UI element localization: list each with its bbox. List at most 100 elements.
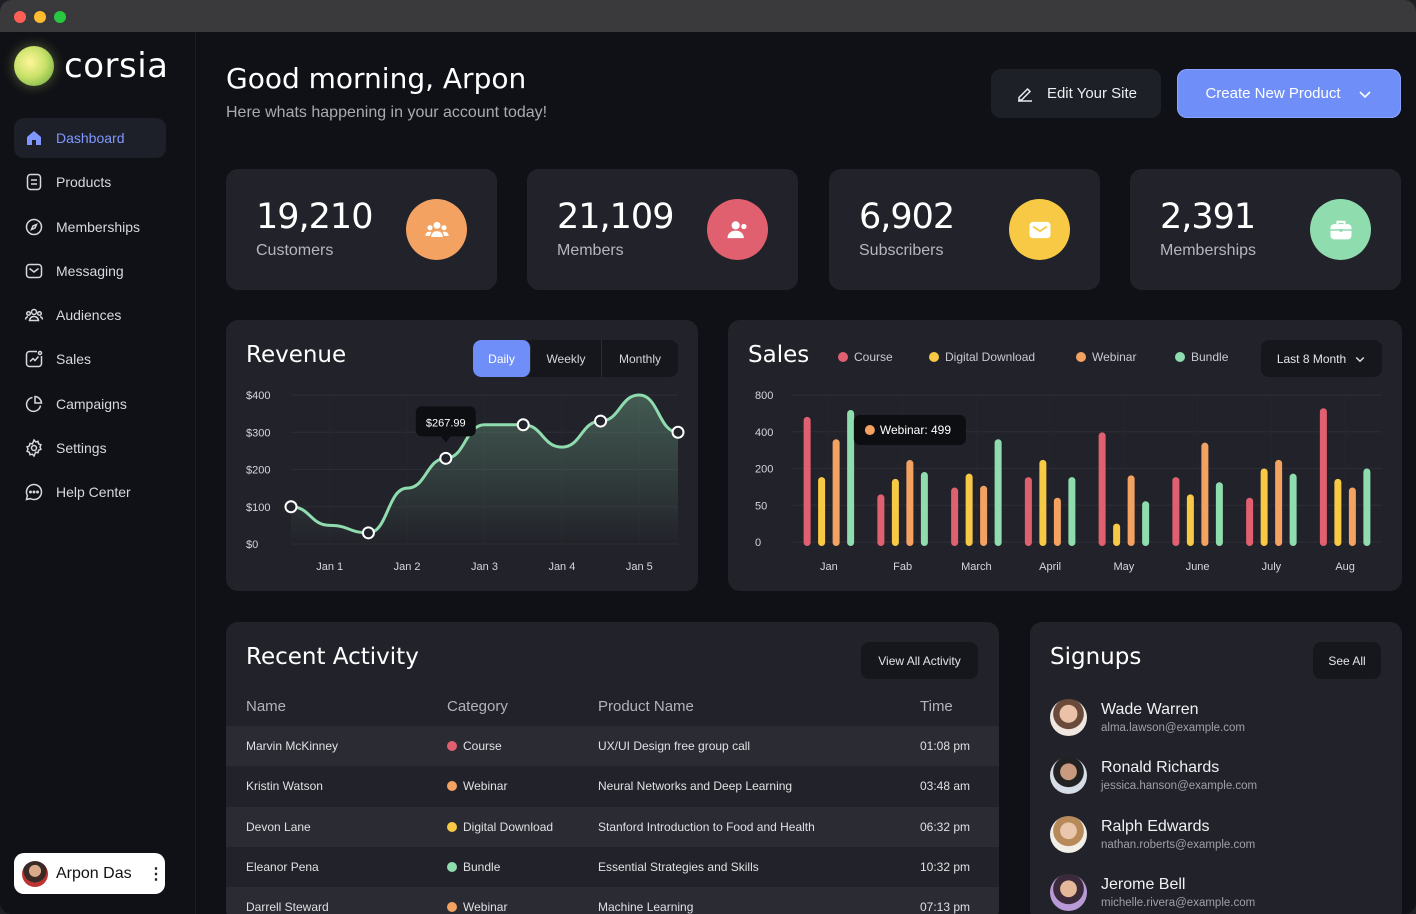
cell-product: UX/UI Design free group call [578, 726, 900, 767]
sidebar-item-messaging[interactable]: Messaging [14, 251, 166, 291]
avatar [1050, 757, 1087, 794]
x-tick-label: March [961, 561, 992, 573]
revenue-card: Revenue Daily Weekly Monthly $400 $300 $20… [226, 320, 698, 591]
cell-category: Course [427, 726, 578, 767]
sales-card: Sales Course Digital Download Webinar Bu… [728, 320, 1402, 591]
category-label: Webinar [463, 900, 508, 914]
bar [1319, 408, 1327, 546]
avatar [1050, 874, 1087, 911]
sidebar-item-label: Memberships [56, 218, 141, 235]
signup-item[interactable]: Jerome Bell michelle.rivera@example.com [1050, 874, 1255, 911]
bar [1348, 487, 1356, 546]
bar [1113, 523, 1121, 546]
stat-value: 19,210 [256, 197, 373, 237]
close-window-button[interactable] [14, 11, 26, 23]
maximize-window-button[interactable] [54, 11, 66, 23]
edit-site-button[interactable]: Edit Your Site [991, 69, 1161, 118]
signup-name: Jerome Bell [1101, 876, 1186, 893]
table-row[interactable]: Eleanor Pena Bundle Essential Strategies… [226, 847, 999, 887]
sidebar-item-help-center[interactable]: Help Center [14, 472, 166, 512]
sidebar-item-label: Dashboard [56, 130, 125, 146]
sidebar-item-memberships[interactable]: Memberships [14, 207, 166, 247]
title-bar [0, 0, 1416, 32]
chart-icon [25, 351, 43, 368]
brand-logo[interactable]: corsia [14, 46, 168, 86]
signup-item[interactable]: Ralph Edwards nathan.roberts@example.com [1050, 816, 1255, 853]
column-header[interactable]: Category [427, 686, 578, 726]
user-profile[interactable]: Arpon Das ⋮ [14, 853, 165, 894]
bar [1024, 477, 1032, 546]
bar [1142, 501, 1150, 546]
group-icon [406, 199, 467, 260]
x-tick-label: Aug [1335, 561, 1355, 573]
stat-label: Subscribers [859, 242, 944, 259]
signup-name: Ronald Richards [1101, 759, 1220, 776]
compass-icon [25, 218, 43, 235]
sidebar-item-label: Sales [56, 351, 92, 368]
bar [1053, 497, 1061, 546]
category-dot [447, 902, 457, 913]
bar [980, 485, 988, 546]
data-point [284, 500, 298, 514]
cell-time: 10:32 pm [920, 860, 971, 875]
stat-card-members[interactable]: 21,109 Members [527, 169, 798, 290]
table-row[interactable]: Kristin Watson Webinar Neural Networks a… [226, 766, 999, 806]
sidebar-item-dashboard[interactable]: Dashboard [14, 118, 166, 158]
y-tick-label: $300 [246, 427, 270, 439]
cell-name: Devon Lane [226, 806, 427, 847]
minimize-window-button[interactable] [34, 11, 46, 23]
bar [994, 439, 1002, 546]
pencil-icon [1017, 87, 1032, 102]
data-point [516, 418, 530, 432]
signup-item[interactable]: Ronald Richards jessica.hanson@example.co… [1050, 757, 1257, 794]
sidebar-item-campaigns[interactable]: Campaigns [14, 384, 166, 424]
x-tick-label: Jan 1 [316, 561, 343, 573]
bar [1246, 497, 1254, 546]
more-options-icon[interactable]: ⋮ [147, 864, 165, 884]
column-header[interactable]: Time [900, 686, 999, 726]
view-all-activity-button[interactable]: View All Activity [861, 642, 978, 679]
y-tick-label: 0 [755, 537, 761, 549]
stat-card-memberships[interactable]: 2,391 Memberships [1130, 169, 1401, 290]
recent-activity-card: Recent Activity View All Activity Name C… [226, 622, 999, 914]
x-tick-label: April [1039, 561, 1061, 573]
stat-card-subscribers[interactable]: 6,902 Subscribers [829, 169, 1100, 290]
stat-card-customers[interactable]: 19,210 Customers [226, 169, 497, 290]
bar [1363, 468, 1371, 546]
column-header[interactable]: Product Name [578, 686, 900, 726]
brand-name: corsia [64, 46, 169, 86]
sidebar-item-products[interactable]: Products [14, 162, 166, 202]
sidebar-item-audiences[interactable]: Audiences [14, 295, 166, 335]
signup-email: nathan.roberts@example.com [1101, 839, 1256, 851]
sidebar-item-label: Settings [56, 440, 107, 457]
category-label: Digital Download [463, 819, 554, 834]
recent-activity-title: Recent Activity [246, 644, 419, 670]
table-row[interactable]: Devon Lane Digital Download Stanford Int… [226, 806, 999, 847]
signup-item[interactable]: Wade Warren alma.lawson@example.com [1050, 699, 1245, 736]
bar [847, 409, 855, 546]
message-icon [25, 263, 43, 279]
sidebar-item-settings[interactable]: Settings [14, 428, 166, 468]
sidebar-item-sales[interactable]: Sales [14, 339, 166, 379]
table-row[interactable]: Darrell Steward Webinar Machine Learning… [226, 887, 999, 914]
edit-site-label: Edit Your Site [1046, 85, 1138, 102]
bar [1215, 482, 1223, 546]
signup-name: Ralph Edwards [1101, 818, 1210, 835]
table-row[interactable]: Marvin McKinney Course UX/UI Design free… [226, 726, 999, 767]
see-all-button[interactable]: See All [1313, 642, 1381, 679]
category-dot [447, 781, 457, 792]
create-product-button[interactable]: Create New Product [1177, 69, 1401, 118]
users-icon [24, 308, 44, 322]
user-name: Arpon Das [56, 864, 132, 882]
create-product-label: Create New Product [1205, 85, 1341, 102]
bar [1201, 442, 1209, 546]
x-tick-label: Jan 3 [471, 561, 498, 573]
x-tick-label: May [1113, 561, 1134, 573]
sidebar-item-label: Campaigns [56, 395, 127, 412]
column-header[interactable]: Name [226, 686, 427, 726]
cell-product: Essential Strategies and Skills [598, 860, 759, 875]
sidebar-item-label: Help Center [56, 484, 131, 501]
x-tick-label: June [1186, 561, 1210, 573]
bar [951, 487, 959, 546]
bar [920, 471, 928, 546]
